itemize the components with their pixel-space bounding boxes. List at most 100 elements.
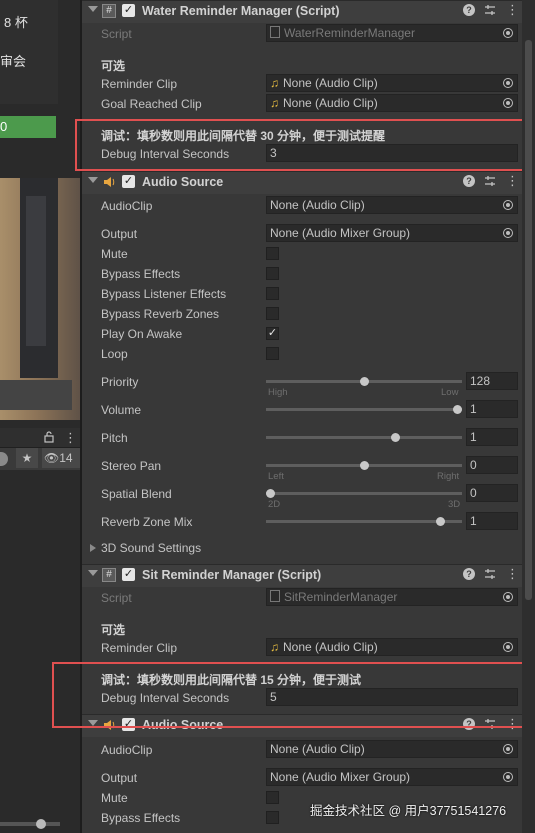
volume-slider-track[interactable] — [266, 408, 462, 411]
object-picker-icon[interactable] — [503, 78, 513, 88]
kebab-menu-icon[interactable]: ⋮ — [64, 430, 77, 446]
audio-clip-icon: ♫ — [270, 96, 279, 110]
reminder-clip-field[interactable]: ♫ None (Audio Clip) — [266, 638, 518, 656]
optional-header: 可选 — [101, 623, 126, 637]
object-picker-icon[interactable] — [503, 228, 513, 238]
audioclip-value: None (Audio Clip) — [270, 742, 365, 756]
volume-input[interactable]: 1 — [466, 400, 518, 418]
object-picker-icon[interactable] — [503, 772, 513, 782]
pitch-slider-knob[interactable] — [391, 433, 401, 442]
reverb-zone-mix-slider-knob[interactable] — [436, 517, 446, 526]
priority-tick-left: High — [268, 387, 288, 398]
pitch-slider-track[interactable] — [266, 436, 462, 439]
script-icon: # — [102, 4, 116, 18]
progress-bar — [0, 116, 56, 138]
zoom-slider-track[interactable] — [0, 822, 60, 826]
audioclip-field[interactable]: None (Audio Clip) — [266, 740, 518, 758]
component-title: Sit Reminder Manager (Script) — [142, 568, 322, 582]
script-file-icon — [270, 590, 280, 602]
reminder-clip-label: Reminder Clip — [101, 641, 178, 655]
spatial-blend-slider-track[interactable] — [266, 492, 462, 495]
script-label: Script — [101, 591, 132, 605]
sit-reminder-header[interactable]: # ✓ Sit Reminder Manager (Script) ? ⋮ — [82, 564, 522, 587]
stereo-pan-slider-knob[interactable] — [359, 461, 369, 470]
eye-count: 14 — [59, 451, 73, 465]
audioclip-field[interactable]: None (Audio Clip) — [266, 196, 518, 214]
component-title: Water Reminder Manager (Script) — [142, 4, 340, 18]
fold-arrow-icon[interactable] — [88, 177, 98, 183]
mute-checkbox[interactable] — [266, 791, 279, 804]
goal-clip-field[interactable]: ♫ None (Audio Clip) — [266, 94, 518, 112]
3d-sound-settings-foldout[interactable]: 3D Sound Settings — [101, 541, 201, 555]
bypass-reverb-checkbox[interactable] — [266, 307, 279, 320]
preset-icon[interactable] — [484, 568, 496, 580]
reminder-clip-value: None (Audio Clip) — [283, 640, 378, 654]
spatial-blend-input[interactable]: 0 — [466, 484, 518, 502]
spatial-blend-label: Spatial Blend — [101, 487, 172, 501]
goal-clip-label: Goal Reached Clip — [101, 97, 202, 111]
water-reminder-header[interactable]: # ✓ Water Reminder Manager (Script) ? ⋮ — [82, 0, 522, 23]
volume-slider-knob[interactable] — [453, 405, 462, 414]
bypass-listener-label: Bypass Listener Effects — [101, 287, 227, 301]
reverb-zone-mix-slider-track[interactable] — [266, 520, 462, 523]
pitch-input[interactable]: 1 — [466, 428, 518, 446]
output-value: None (Audio Mixer Group) — [270, 770, 411, 784]
bypass-listener-checkbox[interactable] — [266, 287, 279, 300]
kebab-menu-icon[interactable]: ⋮ — [506, 2, 519, 18]
reminder-clip-field[interactable]: ♫ None (Audio Clip) — [266, 74, 518, 92]
scrollbar-thumb[interactable] — [525, 40, 532, 600]
lock-icon[interactable] — [44, 431, 54, 443]
bypass-effects-checkbox[interactable] — [266, 267, 279, 280]
audio-clip-icon: ♫ — [270, 76, 279, 90]
bypass-reverb-label: Bypass Reverb Zones — [101, 307, 220, 321]
object-picker-icon[interactable] — [503, 642, 513, 652]
enabled-checkbox[interactable]: ✓ — [122, 4, 135, 17]
kebab-menu-icon[interactable]: ⋮ — [506, 566, 519, 582]
object-picker-icon[interactable] — [503, 200, 513, 210]
desk-base — [0, 380, 72, 410]
help-icon[interactable]: ? — [463, 568, 475, 580]
play-on-awake-checkbox[interactable]: ✓ — [266, 327, 279, 340]
stereo-pan-input[interactable]: 0 — [466, 456, 518, 474]
fold-arrow-icon[interactable] — [88, 570, 98, 576]
enabled-checkbox[interactable]: ✓ — [122, 568, 135, 581]
help-icon[interactable]: ? — [463, 4, 475, 16]
spatial-tick-left: 2D — [268, 499, 281, 510]
priority-slider-knob[interactable] — [359, 377, 369, 386]
priority-input[interactable]: 128 — [466, 372, 518, 390]
bypass-effects-label: Bypass Effects — [101, 267, 181, 281]
fold-arrow-icon[interactable] — [88, 6, 98, 12]
audioclip-label: AudioClip — [101, 743, 153, 757]
goal-clip-value: None (Audio Clip) — [283, 96, 378, 110]
pitch-label: Pitch — [101, 431, 128, 445]
output-label: Output — [101, 771, 138, 785]
preset-icon[interactable] — [484, 4, 496, 16]
stereo-tick-left: Left — [268, 471, 284, 482]
volume-label: Volume — [101, 403, 142, 417]
output-field[interactable]: None (Audio Mixer Group) — [266, 768, 518, 786]
object-picker-icon — [503, 592, 513, 602]
star-icon[interactable]: ★ — [16, 448, 38, 468]
expand-arrow-icon[interactable] — [90, 544, 96, 552]
bypass-effects-label: Bypass Effects — [101, 811, 181, 825]
loop-checkbox[interactable] — [266, 347, 279, 360]
stereo-pan-label: Stereo Pan — [101, 459, 162, 473]
zoom-slider-knob[interactable] — [36, 819, 46, 829]
help-icon[interactable]: ? — [463, 175, 475, 187]
priority-label: Priority — [101, 375, 139, 389]
object-picker-icon[interactable] — [503, 98, 513, 108]
reverb-zone-mix-input[interactable]: 1 — [466, 512, 518, 530]
mute-checkbox[interactable] — [266, 247, 279, 260]
reminder-clip-label: Reminder Clip — [101, 77, 178, 91]
enabled-checkbox[interactable]: ✓ — [122, 175, 135, 188]
audio-source-header[interactable]: ✓ Audio Source ? ⋮ — [82, 171, 522, 194]
play-on-awake-label: Play On Awake — [101, 327, 183, 341]
kebab-menu-icon[interactable]: ⋮ — [506, 173, 519, 189]
spatial-blend-slider-knob[interactable] — [266, 489, 275, 498]
audio-clip-icon: ♫ — [270, 640, 279, 654]
bypass-effects-checkbox[interactable] — [266, 811, 279, 824]
eye-count-button[interactable]: 👁14 — [42, 448, 80, 468]
object-picker-icon[interactable] — [503, 744, 513, 754]
preset-icon[interactable] — [484, 175, 496, 187]
output-field[interactable]: None (Audio Mixer Group) — [266, 224, 518, 242]
